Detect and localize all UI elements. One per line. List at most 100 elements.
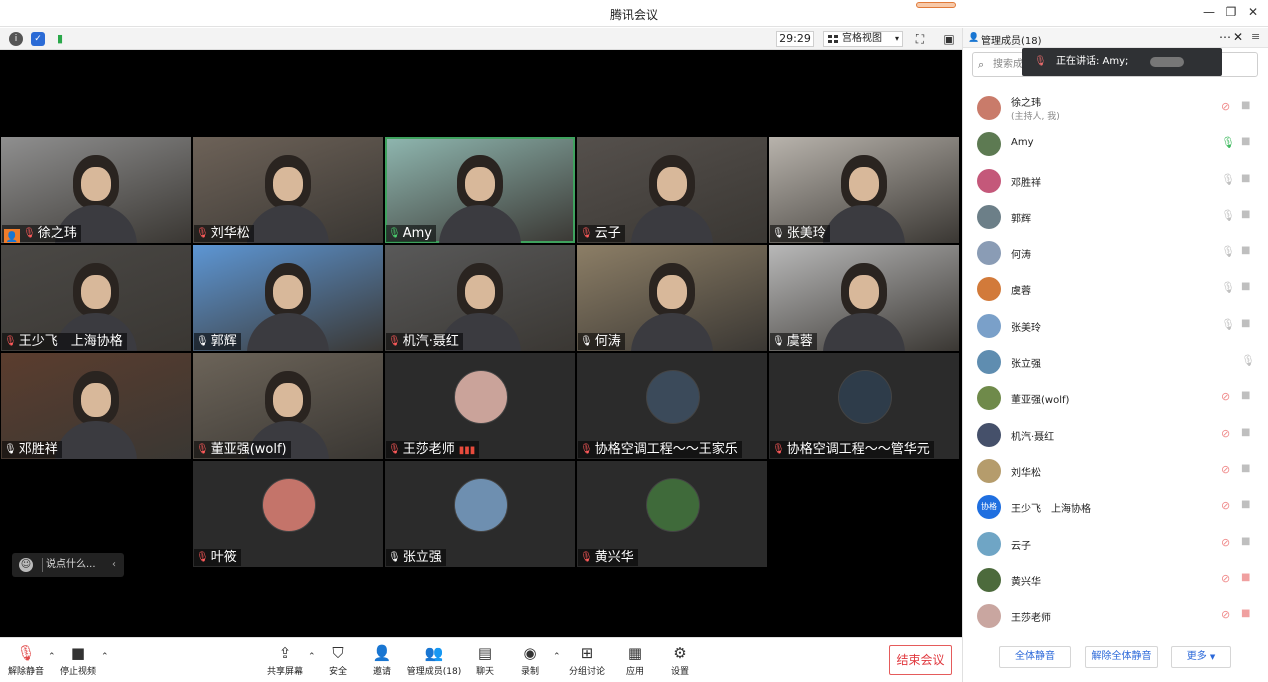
minimize-icon[interactable]: —	[1199, 5, 1219, 19]
video-tile[interactable]: 🎙 何涛	[577, 245, 767, 351]
video-tile[interactable]: 🎙 协格空调工程～～管华元	[769, 353, 959, 459]
mic-icon[interactable]: 🎙	[1221, 136, 1235, 149]
camera-icon[interactable]: ■	[1241, 427, 1250, 438]
video-tile[interactable]: 🎙 邓胜祥	[1, 353, 191, 459]
mic-muted-icon[interactable]: ⊘	[1221, 427, 1230, 440]
meeting-timer: 29:29	[776, 31, 814, 47]
emoji-icon[interactable]: ☺	[19, 558, 33, 572]
mic-icon[interactable]: 🎙	[1221, 209, 1235, 222]
participant-row[interactable]: 协格 王少飞 上海协格 ⊘ ■	[963, 488, 1268, 524]
participant-row[interactable]: 何涛 🎙 ■	[963, 234, 1268, 270]
avatar	[977, 168, 1001, 193]
video-tile[interactable]: 🎙 刘华松	[193, 137, 383, 243]
mic-muted-icon[interactable]: ⊘	[1221, 463, 1230, 476]
camera-icon[interactable]: ■	[1241, 318, 1250, 329]
video-tile[interactable]: 🎙 董亚强(wolf)	[193, 353, 383, 459]
participant-row[interactable]: 王莎老师 ⊘ ■	[963, 597, 1268, 633]
camera-icon[interactable]: ■	[1241, 100, 1250, 111]
view-mode-select[interactable]: 宫格视图 ▾	[823, 31, 903, 47]
camera-icon[interactable]: ■	[1241, 281, 1250, 292]
video-tile[interactable]: 🎙 叶筱	[193, 461, 383, 567]
record-button[interactable]: ◉ 录制	[500, 642, 560, 680]
settings-button[interactable]: ⚙ 设置	[650, 642, 710, 680]
video-options-caret[interactable]: ⌃	[101, 652, 109, 662]
camera-icon[interactable]: ■	[1241, 245, 1250, 256]
mic-muted-icon[interactable]: ⊘	[1221, 572, 1230, 585]
participant-row[interactable]: 刘华松 ⊘ ■	[963, 452, 1268, 488]
video-tile[interactable]: 🎙 云子	[577, 137, 767, 243]
participant-row[interactable]: 云子 ⊘ ■	[963, 525, 1268, 561]
avatar	[977, 604, 1001, 629]
avatar	[977, 132, 1001, 157]
avatar	[977, 386, 1001, 411]
mic-muted-icon[interactable]: ⊘	[1221, 390, 1230, 403]
stop-video-button[interactable]: ■ 停止视频	[48, 642, 108, 680]
participant-name: 虞蓉	[786, 334, 813, 349]
participant-row[interactable]: Amy 🎙 ■	[963, 125, 1268, 161]
share-screen-button[interactable]: ⇪ 共享屏幕	[255, 642, 315, 680]
signal-icon[interactable]: ▮	[53, 32, 67, 46]
mic-icon[interactable]: 🎙	[1221, 245, 1235, 258]
participant-row[interactable]: 黄兴华 ⊘ ■	[963, 561, 1268, 597]
video-tile[interactable]: 🎙 机汽·聂红	[385, 245, 575, 351]
camera-icon[interactable]: ■	[1241, 209, 1250, 220]
drag-handle[interactable]	[916, 2, 956, 8]
share-screen-label: 共享屏幕	[266, 667, 303, 677]
info-icon[interactable]: i	[9, 32, 23, 46]
camera-off-icon[interactable]: ■	[1241, 608, 1250, 619]
speaking-text: 正在讲话: Amy;	[1056, 56, 1129, 67]
camera-icon[interactable]: ■	[1241, 173, 1250, 184]
participant-face	[273, 167, 303, 201]
camera-icon[interactable]: ■	[1241, 136, 1250, 147]
shield-icon[interactable]: ✓	[31, 32, 45, 46]
mic-muted-icon[interactable]: ⊘	[1221, 100, 1230, 113]
mic-icon[interactable]: 🎙	[1221, 281, 1235, 294]
participant-row[interactable]: 张美玲 🎙 ■	[963, 307, 1268, 343]
close-icon[interactable]: ✕	[1243, 5, 1263, 19]
participant-name: 王莎老师	[1011, 613, 1051, 625]
sidebar-toggle-icon[interactable]: ▣	[942, 32, 956, 46]
video-tile[interactable]: 🎙 虞蓉	[769, 245, 959, 351]
participant-row[interactable]: 张立强 🎙	[963, 343, 1268, 379]
end-meeting-button[interactable]: 结束会议	[889, 645, 952, 675]
video-tile[interactable]: 🎙 郭辉	[193, 245, 383, 351]
camera-icon[interactable]: ■	[1241, 536, 1250, 547]
video-tile[interactable]: 🎙 王莎老师 ▮▮▮	[385, 353, 575, 459]
mic-icon[interactable]: 🎙	[1221, 318, 1235, 331]
chat-quick-input[interactable]: ☺ 说点什么... ‹	[12, 553, 124, 577]
unmute-all-button[interactable]: 解除全体静音	[1085, 646, 1158, 668]
participant-row[interactable]: 机汽·聂红 ⊘ ■	[963, 416, 1268, 452]
restore-icon[interactable]: ❐	[1221, 5, 1241, 19]
video-tile[interactable]: 🎙 王少飞 上海协格	[1, 245, 191, 351]
participant-row[interactable]: 郭辉 🎙 ■	[963, 198, 1268, 234]
video-tile[interactable]: 🎙 协格空调工程～～王家乐	[577, 353, 767, 459]
video-tile[interactable]: 🎙 张立强	[385, 461, 575, 567]
mic-muted-icon[interactable]: ⊘	[1221, 536, 1230, 549]
close-panel-icon[interactable]: ✕	[1233, 30, 1243, 44]
mic-icon[interactable]: 🎙	[1241, 354, 1255, 367]
video-tile[interactable]: 🎙 黄兴华	[577, 461, 767, 567]
mute-all-button[interactable]: 全体静音	[999, 646, 1071, 668]
more-button[interactable]: 更多 ▼	[1171, 646, 1231, 668]
tile-name-label: 🎙 董亚强(wolf)	[194, 441, 291, 458]
chevron-left-icon[interactable]: ‹	[112, 553, 116, 577]
participant-row[interactable]: 虞蓉 🎙 ■	[963, 270, 1268, 306]
mic-icon[interactable]: 🎙	[1221, 173, 1235, 186]
mic-muted-icon: 🎙	[580, 228, 593, 239]
camera-icon[interactable]: ■	[1241, 499, 1250, 510]
participant-row[interactable]: 邓胜祥 🎙 ■	[963, 162, 1268, 198]
camera-off-icon[interactable]: ■	[1241, 572, 1250, 583]
video-tile[interactable]: 👤 🎙 徐之玮	[1, 137, 191, 243]
fullscreen-icon[interactable]: ⛶	[913, 32, 927, 46]
mic-muted-icon[interactable]: ⊘	[1221, 608, 1230, 621]
participant-row[interactable]: 董亚强(wolf) ⊘ ■	[963, 379, 1268, 415]
video-tile[interactable]: 🎙 Amy	[385, 137, 575, 243]
video-tile[interactable]: 🎙 张美玲	[769, 137, 959, 243]
camera-icon[interactable]: ■	[1241, 463, 1250, 474]
mic-muted-icon[interactable]: ⊘	[1221, 499, 1230, 512]
participant-name: 刘华松	[1011, 467, 1041, 479]
participant-row[interactable]: 徐之玮 (主持人, 我) ⊘ ■	[963, 89, 1268, 125]
camera-icon[interactable]: ■	[1241, 390, 1250, 401]
more-options-icon[interactable]: ⋯	[1219, 30, 1231, 44]
menu-icon[interactable]: ≡	[1251, 30, 1260, 43]
